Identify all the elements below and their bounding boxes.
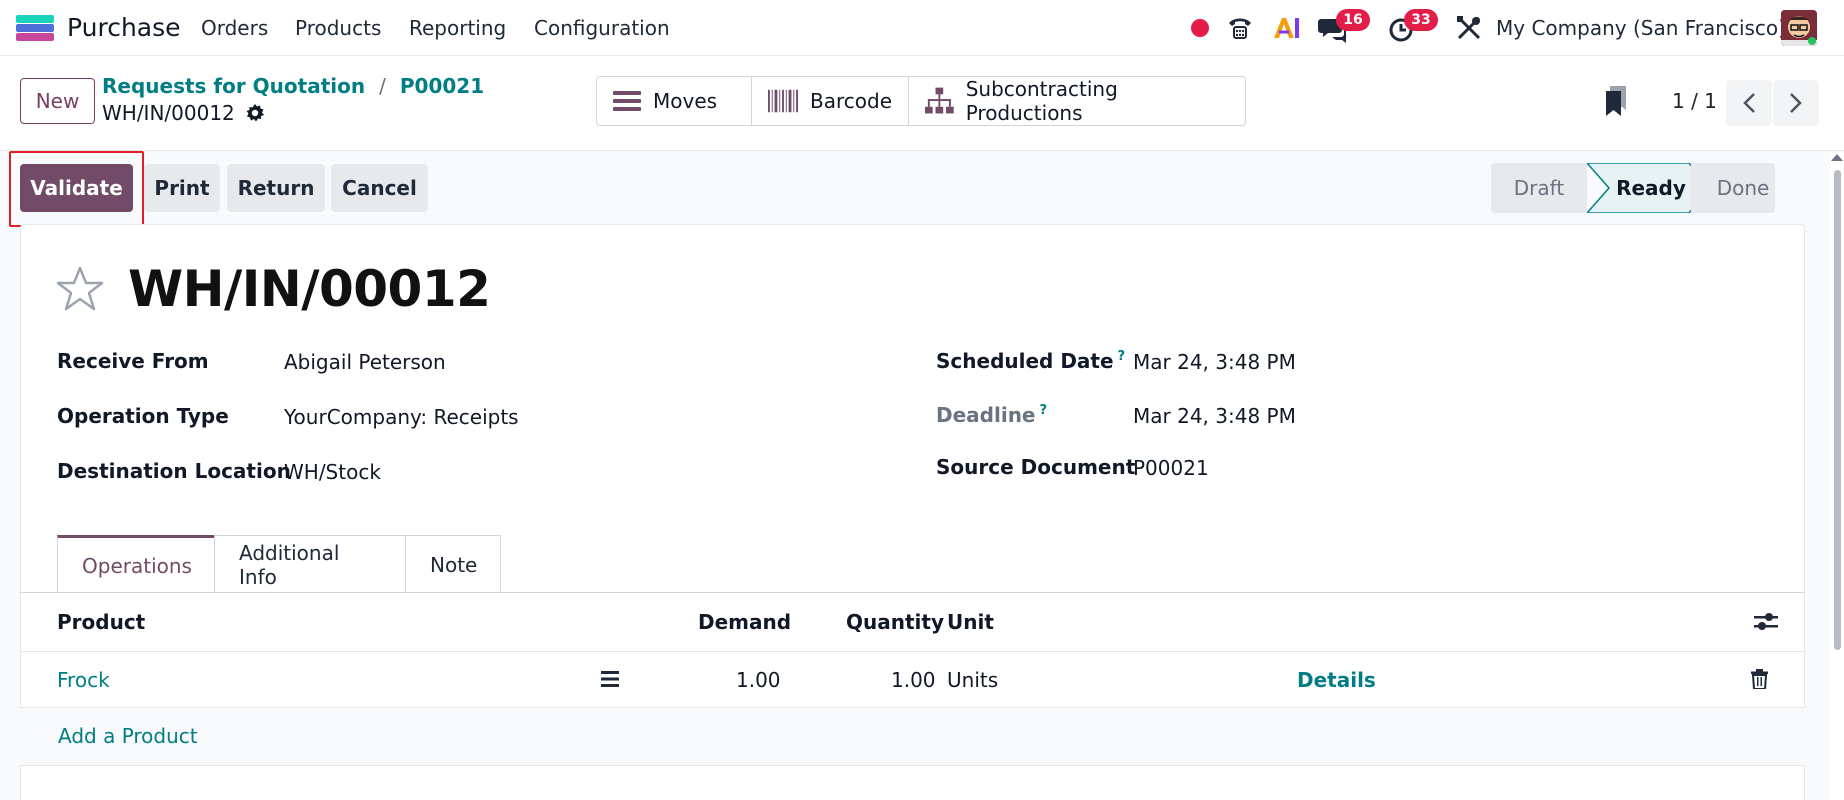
pager-next-button[interactable] (1773, 80, 1819, 126)
scheduled-date-field[interactable]: Mar 24, 3:48 PM (1133, 350, 1296, 374)
print-button[interactable]: Print (144, 164, 220, 212)
top-navbar: Purchase Orders Products Reporting Confi… (0, 0, 1844, 56)
bookmark-icon[interactable] (1604, 86, 1630, 116)
return-button[interactable]: Return (227, 164, 325, 212)
menu-orders[interactable]: Orders (201, 16, 268, 40)
menu-reporting[interactable]: Reporting (409, 16, 506, 40)
demand-column-header[interactable]: Demand (698, 610, 791, 634)
gear-icon[interactable] (245, 103, 265, 123)
receive-from-label: Receive From (57, 349, 209, 373)
scroll-up-icon[interactable] (1831, 154, 1843, 161)
star-icon[interactable] (56, 266, 104, 312)
product-cell[interactable]: Frock (57, 668, 110, 692)
app-menu-icon[interactable] (16, 15, 54, 41)
sitemap-icon (925, 87, 954, 114)
receive-from-field[interactable]: Abigail Peterson (284, 350, 446, 374)
validate-button[interactable]: Validate (20, 164, 133, 212)
column-settings-icon[interactable] (1754, 611, 1778, 633)
app-name[interactable]: Purchase (67, 13, 181, 42)
deadline-help-icon[interactable]: ? (1040, 403, 1048, 418)
menu-configuration[interactable]: Configuration (534, 16, 670, 40)
notebook-tabs: Operations Additional Info Note (57, 535, 501, 593)
ai-icon[interactable] (1272, 14, 1302, 42)
scheduled-date-help-icon[interactable]: ? (1118, 349, 1126, 364)
scrollbar-thumb[interactable] (1834, 170, 1841, 650)
menu-products[interactable]: Products (295, 16, 381, 40)
recording-dot-icon[interactable] (1191, 19, 1209, 37)
pager-previous-button[interactable] (1726, 80, 1772, 126)
header-divider (20, 651, 1805, 652)
subcontracting-label: Subcontracting Productions (965, 77, 1118, 125)
quantity-cell[interactable]: 1.00 (891, 668, 936, 692)
breadcrumb-po-link[interactable]: P00021 (400, 74, 484, 98)
stage-ready-label: Ready (1616, 176, 1686, 200)
breadcrumb: Requests for Quotation / P00021 (102, 74, 484, 98)
operation-type-label: Operation Type (57, 404, 229, 428)
smart-buttons: Moves Barcode Subcontracting Productions (596, 76, 1246, 126)
demand-cell[interactable]: 1.00 (736, 668, 781, 692)
barcode-smart-button[interactable]: Barcode (752, 77, 909, 125)
breadcrumb-rfq-link[interactable]: Requests for Quotation (102, 74, 365, 98)
barcode-label: Barcode (810, 89, 892, 113)
tools-icon[interactable] (1456, 15, 1482, 41)
product-column-header[interactable]: Product (57, 610, 145, 634)
source-document-field[interactable]: P00021 (1133, 456, 1209, 480)
current-record-name: WH/IN/00012 (102, 101, 235, 125)
add-line-row (20, 708, 1805, 766)
pager-value[interactable]: 1 / 1 (1672, 78, 1717, 124)
deadline-field[interactable]: Mar 24, 3:48 PM (1133, 404, 1296, 428)
activities-badge: 33 (1404, 9, 1438, 31)
tab-divider (20, 592, 1805, 593)
source-document-label: Source Document (936, 455, 1136, 479)
unit-column-header[interactable]: Unit (947, 610, 994, 634)
destination-location-label: Destination Location (57, 459, 291, 483)
chevron-right-icon (1790, 93, 1802, 113)
breadcrumb-separator: / (379, 74, 386, 98)
tab-additional-info[interactable]: Additional Info (214, 535, 406, 593)
trash-icon[interactable] (1751, 669, 1768, 689)
current-record: WH/IN/00012 (102, 101, 265, 125)
add-product-link[interactable]: Add a Product (58, 724, 198, 748)
record-title: WH/IN/00012 (128, 260, 491, 318)
chevron-left-icon (1743, 93, 1755, 113)
phone-icon[interactable] (1226, 14, 1254, 42)
moves-smart-button[interactable]: Moves (597, 77, 752, 125)
details-button[interactable]: Details (1297, 668, 1376, 692)
operation-type-field[interactable]: YourCompany: Receipts (284, 405, 519, 429)
stage-done[interactable]: Done (1691, 163, 1775, 213)
deadline-label: Deadline? (936, 403, 1048, 427)
drag-handle-icon[interactable] (601, 671, 619, 687)
company-switcher[interactable]: My Company (San Francisco) (1496, 16, 1786, 40)
scheduled-date-label: Scheduled Date? (936, 349, 1126, 373)
list-icon (613, 91, 641, 111)
tab-note[interactable]: Note (405, 535, 501, 593)
destination-location-field[interactable]: WH/Stock (284, 460, 381, 484)
subcontracting-smart-button[interactable]: Subcontracting Productions (909, 77, 1245, 125)
unit-cell[interactable]: Units (947, 668, 998, 692)
tab-operations[interactable]: Operations (57, 535, 215, 593)
barcode-icon (768, 89, 798, 113)
control-panel: New Requests for Quotation / P00021 WH/I… (0, 56, 1844, 151)
user-avatar[interactable] (1781, 10, 1817, 46)
new-button[interactable]: New (20, 78, 95, 124)
stage-draft[interactable]: Draft (1491, 163, 1587, 213)
quantity-column-header[interactable]: Quantity (846, 610, 944, 634)
cancel-button[interactable]: Cancel (331, 164, 428, 212)
add-row-divider (20, 765, 1805, 766)
moves-label: Moves (653, 89, 718, 113)
status-bar: Draft Ready Done (1491, 163, 1775, 213)
messages-badge: 16 (1336, 9, 1370, 31)
